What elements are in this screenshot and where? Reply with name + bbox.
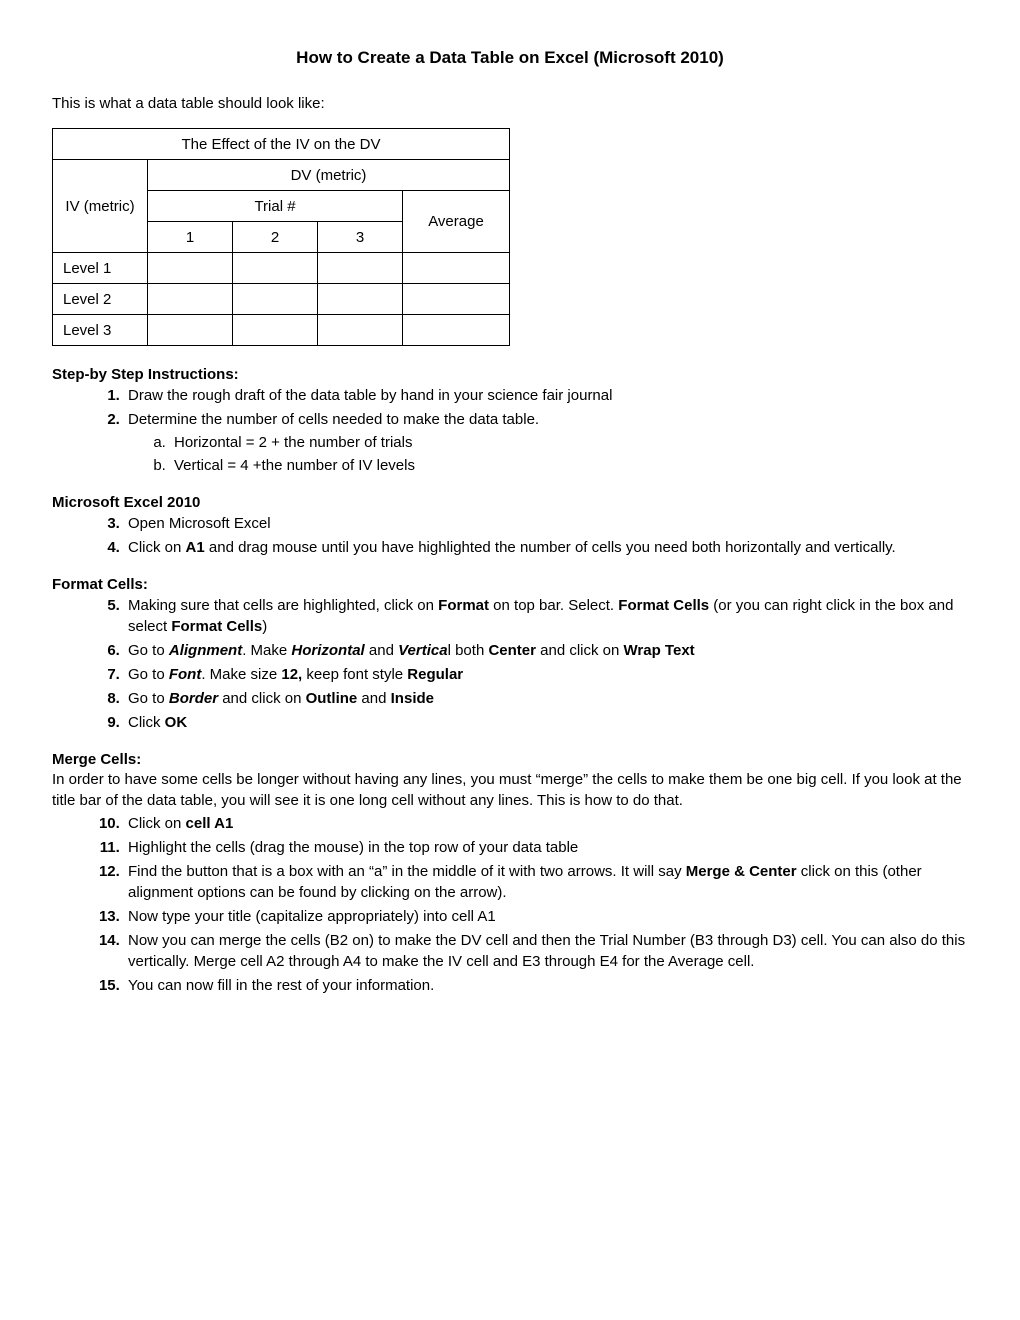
step-4: Click on A1 and drag mouse until you hav… — [124, 537, 968, 558]
empty-cell — [403, 284, 510, 315]
empty-cell — [148, 315, 233, 346]
step-1: Draw the rough draft of the data table b… — [124, 385, 968, 406]
step-14: Now you can merge the cells (B2 on) to m… — [124, 930, 968, 972]
step-list-2: Open Microsoft Excel Click on A1 and dra… — [52, 513, 968, 558]
text: Click — [128, 714, 165, 731]
text: Find the button that is a box with an “a… — [128, 863, 686, 880]
text: on top bar. Select. — [489, 597, 618, 614]
empty-cell — [318, 315, 403, 346]
step-13: Now type your title (capitalize appropri… — [124, 906, 968, 927]
table-title-cell: The Effect of the IV on the DV — [53, 129, 510, 160]
step-2a: Horizontal = 2 + the number of trials — [170, 432, 968, 453]
text: and click on — [536, 642, 624, 659]
text: . Make size — [201, 666, 281, 683]
text: Making sure that cells are highlighted, … — [128, 597, 438, 614]
empty-cell — [148, 253, 233, 284]
text: and drag mouse until you have highlighte… — [205, 539, 896, 556]
step-2-text: Determine the number of cells needed to … — [128, 411, 539, 428]
ui-term: Alignment — [169, 642, 242, 659]
step-11: Highlight the cells (drag the mouse) in … — [124, 837, 968, 858]
text: ) — [262, 618, 267, 635]
text: l both — [448, 642, 489, 659]
step-8: Go to Border and click on Outline and In… — [124, 688, 968, 709]
empty-cell — [148, 284, 233, 315]
empty-cell — [233, 253, 318, 284]
ui-term: Merge & Center — [686, 863, 797, 880]
text: Go to — [128, 666, 169, 683]
merge-paragraph: In order to have some cells be longer wi… — [52, 770, 968, 811]
section-step-by-step: Step-by Step Instructions: — [52, 366, 968, 383]
step-2-sublist: Horizontal = 2 + the number of trials Ve… — [128, 432, 968, 476]
step-10: Click on cell A1 — [124, 813, 968, 834]
ui-term: Format Cells — [171, 618, 262, 635]
section-excel-2010: Microsoft Excel 2010 — [52, 494, 968, 511]
ui-term: Inside — [391, 690, 434, 707]
trial-2-header: 2 — [233, 222, 318, 253]
text: Go to — [128, 690, 169, 707]
step-9: Click OK — [124, 712, 968, 733]
section-format-cells: Format Cells: — [52, 576, 968, 593]
ui-term: Format — [438, 597, 489, 614]
text: and — [365, 642, 398, 659]
step-list-1: Draw the rough draft of the data table b… — [52, 385, 968, 476]
text: and — [357, 690, 390, 707]
iv-header: IV (metric) — [53, 160, 148, 253]
cell-ref: cell A1 — [186, 815, 234, 832]
ui-term: Format Cells — [618, 597, 709, 614]
step-12: Find the button that is a box with an “a… — [124, 861, 968, 903]
empty-cell — [318, 284, 403, 315]
text: Click on — [128, 539, 186, 556]
step-2b: Vertical = 4 +the number of IV levels — [170, 455, 968, 476]
ui-term: Vertica — [398, 642, 447, 659]
step-2: Determine the number of cells needed to … — [124, 409, 968, 476]
section-merge-cells: Merge Cells: — [52, 751, 968, 768]
step-list-4: Click on cell A1 Highlight the cells (dr… — [52, 813, 968, 996]
cell-ref: A1 — [186, 539, 205, 556]
empty-cell — [233, 315, 318, 346]
empty-cell — [318, 253, 403, 284]
example-data-table: The Effect of the IV on the DV IV (metri… — [52, 128, 510, 346]
ui-term: Font — [169, 666, 201, 683]
average-header: Average — [403, 191, 510, 253]
ui-term: Outline — [306, 690, 358, 707]
empty-cell — [403, 253, 510, 284]
trial-1-header: 1 — [148, 222, 233, 253]
page-title: How to Create a Data Table on Excel (Mic… — [52, 48, 968, 68]
text: . Make — [242, 642, 291, 659]
step-list-3: Making sure that cells are highlighted, … — [52, 595, 968, 733]
trial-header: Trial # — [148, 191, 403, 222]
step-6: Go to Alignment. Make Horizontal and Ver… — [124, 640, 968, 661]
level-1-label: Level 1 — [53, 253, 148, 284]
step-3: Open Microsoft Excel — [124, 513, 968, 534]
dv-header: DV (metric) — [148, 160, 510, 191]
ui-term: Wrap Text — [624, 642, 695, 659]
text: Go to — [128, 642, 169, 659]
trial-3-header: 3 — [318, 222, 403, 253]
intro-text: This is what a data table should look li… — [52, 94, 968, 114]
ui-term: Border — [169, 690, 218, 707]
ui-term: OK — [165, 714, 188, 731]
text: Click on — [128, 815, 186, 832]
level-3-label: Level 3 — [53, 315, 148, 346]
empty-cell — [233, 284, 318, 315]
text: and click on — [218, 690, 306, 707]
ui-term: Regular — [407, 666, 463, 683]
step-15: You can now fill in the rest of your inf… — [124, 975, 968, 996]
ui-term: Horizontal — [291, 642, 364, 659]
empty-cell — [403, 315, 510, 346]
ui-term: 12, — [281, 666, 302, 683]
ui-term: Center — [488, 642, 536, 659]
text: keep font style — [302, 666, 407, 683]
step-5: Making sure that cells are highlighted, … — [124, 595, 968, 637]
level-2-label: Level 2 — [53, 284, 148, 315]
step-7: Go to Font. Make size 12, keep font styl… — [124, 664, 968, 685]
